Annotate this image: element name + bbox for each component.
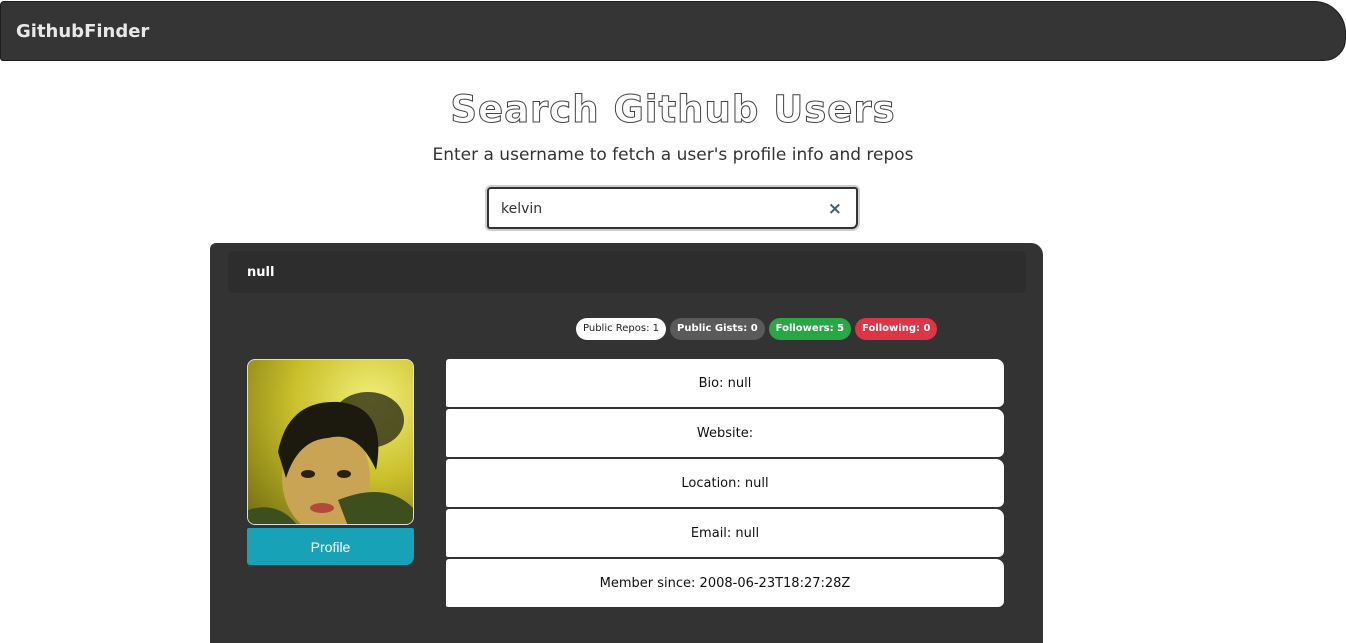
info-email: Email: null: [446, 509, 1004, 557]
info-website: Website:: [446, 409, 1004, 457]
badge-public-gists: Public Gists: 0: [670, 318, 765, 340]
search-input[interactable]: [501, 197, 821, 221]
clear-icon[interactable]: ×: [828, 199, 842, 219]
search-box: ×: [487, 187, 858, 229]
avatar: [247, 359, 414, 525]
user-card: null Public Repos: 1 Public Gists: 0 Fol…: [210, 243, 1043, 643]
page-subtitle: Enter a username to fetch a user's profi…: [432, 145, 914, 165]
info-list: Bio: null Website: Location: null Email:…: [446, 359, 1004, 609]
brand-logo[interactable]: GithubFinder: [16, 21, 149, 42]
info-location: Location: null: [446, 459, 1004, 507]
user-name: null: [247, 264, 275, 280]
badge-followers: Followers: 5: [768, 318, 852, 340]
navbar: GithubFinder: [0, 1, 1346, 61]
info-member-since: Member since: 2008-06-23T18:27:28Z: [446, 559, 1004, 607]
badge-public-repos: Public Repos: 1: [576, 318, 667, 340]
profile-button[interactable]: Profile: [247, 528, 414, 565]
info-bio: Bio: null: [446, 359, 1004, 407]
page-title: Search Github Users: [450, 88, 896, 132]
badge-following: Following: 0: [855, 318, 938, 340]
card-header: null: [228, 251, 1026, 293]
stats-badges: Public Repos: 1 Public Gists: 0 Follower…: [576, 318, 938, 340]
